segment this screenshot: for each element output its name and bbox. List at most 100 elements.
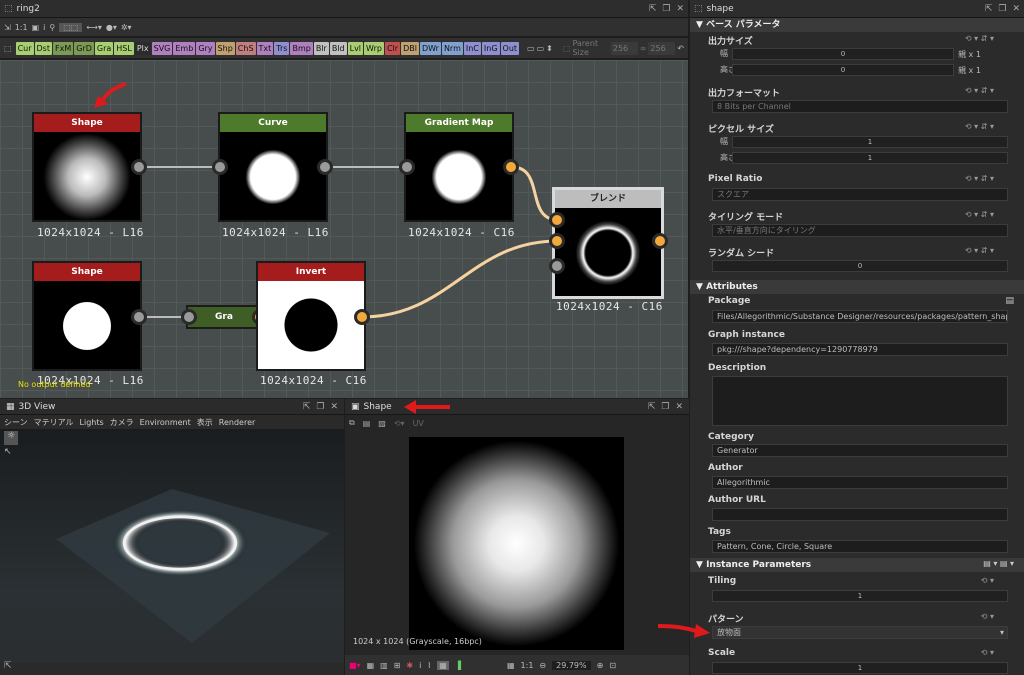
- pin-icon[interactable]: ⇱: [985, 4, 993, 14]
- node-chip[interactable]: Nrm: [441, 41, 463, 55]
- menu-lights[interactable]: Lights: [80, 418, 104, 427]
- node-chip[interactable]: DWr: [419, 41, 441, 55]
- node-chip[interactable]: DBl: [401, 41, 419, 55]
- param-icons[interactable]: ⟲ ▾: [981, 576, 994, 585]
- node-gradient-map[interactable]: Gradient Map: [404, 112, 514, 222]
- random-seed-slider[interactable]: 0: [712, 260, 1008, 272]
- view3d-viewport[interactable]: [0, 429, 344, 663]
- pin-shape-1-out[interactable]: [131, 159, 147, 175]
- float-icon[interactable]: ❐: [998, 4, 1006, 14]
- color-icon[interactable]: ✱: [406, 661, 413, 670]
- package-field[interactable]: Files/Allegorithmic/Substance Designer/r…: [712, 310, 1008, 323]
- tiling-mode-field[interactable]: 水平/垂直方向にタイリング: [712, 224, 1008, 237]
- category-field[interactable]: Generator: [712, 444, 1008, 457]
- copy-icon[interactable]: ⧉: [349, 418, 355, 428]
- pin-gra-in[interactable]: [181, 309, 197, 325]
- height-slider[interactable]: 0: [732, 64, 954, 76]
- checker-icon[interactable]: ▦: [367, 661, 375, 670]
- info-icon[interactable]: i: [43, 23, 45, 32]
- node-chip[interactable]: Dst: [34, 41, 52, 55]
- light-icon[interactable]: ☼: [4, 431, 18, 445]
- ratio-button[interactable]: 1:1: [15, 23, 28, 32]
- pin-icon[interactable]: ⇱: [303, 402, 311, 412]
- close-icon[interactable]: ✕: [675, 402, 683, 412]
- float-icon[interactable]: ❐: [662, 4, 670, 14]
- node-chip[interactable]: Gra: [94, 41, 114, 55]
- gear-icon[interactable]: ✲▾: [121, 23, 132, 32]
- node-chip[interactable]: Txt: [256, 41, 274, 55]
- pointer-icon[interactable]: ↖: [4, 447, 12, 457]
- menu-view[interactable]: 表示: [197, 417, 213, 428]
- grid-icon[interactable]: ▥: [380, 661, 388, 670]
- param-icons[interactable]: ⟲ ▾ ⇵ ▾: [965, 122, 994, 131]
- float-icon[interactable]: ❐: [661, 402, 669, 412]
- uv-dropdown[interactable]: UV: [413, 419, 424, 428]
- image-icon[interactable]: ▣: [32, 23, 40, 32]
- node-chip[interactable]: Shp: [215, 41, 235, 55]
- zoom-in-icon[interactable]: ⊕: [597, 661, 604, 670]
- param-icons[interactable]: ⟲ ▾ ⇵ ▾: [965, 86, 994, 95]
- close-icon[interactable]: ✕: [330, 402, 338, 412]
- corner-icon[interactable]: ⇱: [4, 661, 12, 671]
- node-blend[interactable]: ブレンド: [552, 187, 664, 299]
- pin-gradmap-out[interactable]: [503, 159, 519, 175]
- pixel-ratio-field[interactable]: スクエア: [712, 188, 1008, 201]
- node-curve[interactable]: Curve: [218, 112, 328, 222]
- close-icon[interactable]: ✕: [1012, 4, 1020, 14]
- view2d-image[interactable]: [409, 437, 624, 650]
- node-chip[interactable]: ChS: [235, 41, 256, 55]
- node-chip[interactable]: Out: [500, 41, 520, 55]
- node-chip[interactable]: Clr: [384, 41, 401, 55]
- graph-instance-field[interactable]: pkg:///shape?dependency=1290778979: [712, 343, 1008, 356]
- node-chip[interactable]: Wrp: [364, 41, 384, 55]
- pin-curve-out[interactable]: [317, 159, 333, 175]
- histogram-icon[interactable]: ⌇: [427, 661, 431, 670]
- menu-environment[interactable]: Environment: [140, 418, 191, 427]
- pin-curve-in[interactable]: [212, 159, 228, 175]
- param-icons[interactable]: ⟲ ▾: [981, 612, 994, 621]
- pin-shape-2-out[interactable]: [131, 309, 147, 325]
- node-chip[interactable]: Lvl: [347, 41, 364, 55]
- graph-canvas[interactable]: Shape 1024x1024 - L16 Curve 1024x1024 - …: [0, 60, 688, 398]
- search-icon[interactable]: ⚲: [49, 23, 55, 32]
- frame-add-icon[interactable]: ▭: [537, 44, 545, 53]
- node-chip[interactable]: InC: [463, 41, 481, 55]
- param-icons[interactable]: ⟲ ▾ ⇵ ▾: [965, 246, 994, 255]
- tile-icon[interactable]: ⊞: [394, 661, 401, 670]
- grid2-icon[interactable]: ▦: [507, 661, 515, 670]
- pin-icon[interactable]: ⇱: [649, 4, 657, 14]
- zoom-out-icon[interactable]: ⊖: [539, 661, 546, 670]
- pin-blend-in-mask[interactable]: [549, 258, 565, 274]
- select-icon[interactable]: ⬚⬚: [59, 22, 83, 32]
- param-icons[interactable]: ⟲ ▾ ⇵ ▾: [965, 34, 994, 43]
- px-width-slider[interactable]: 1: [732, 136, 1008, 148]
- alpha-icon[interactable]: ▦: [437, 660, 449, 670]
- px-height-slider[interactable]: 1: [732, 152, 1008, 164]
- node-chip[interactable]: HSL: [114, 41, 134, 55]
- link-size-icon[interactable]: ∞: [640, 44, 647, 53]
- author-field[interactable]: Allegorithmic: [712, 476, 1008, 489]
- info-icon[interactable]: i: [419, 661, 421, 670]
- fit-icon[interactable]: ⊡: [609, 661, 616, 670]
- section-instance-params[interactable]: ▼ Instance Parameters: [690, 558, 1024, 572]
- node-invert[interactable]: Invert: [256, 261, 366, 371]
- width-slider[interactable]: 0: [732, 48, 954, 60]
- fit-icon[interactable]: ⇲: [4, 23, 11, 32]
- description-field[interactable]: [712, 376, 1008, 426]
- close-icon[interactable]: ✕: [676, 4, 684, 14]
- tags-field[interactable]: Pattern, Cone, Circle, Square: [712, 540, 1008, 553]
- link-icon[interactable]: ⟷▾: [86, 23, 101, 32]
- pin-add-icon[interactable]: ⬍: [546, 44, 553, 53]
- pin-gradmap-in[interactable]: [399, 159, 415, 175]
- channels-icon[interactable]: ■▾: [349, 661, 361, 670]
- pattern-select[interactable]: 放物面 ▾: [712, 626, 1008, 639]
- node-chip[interactable]: Plx: [134, 41, 151, 55]
- node-chip[interactable]: GrD: [74, 41, 94, 55]
- param-icons[interactable]: ⟲ ▾ ⇵ ▾: [965, 174, 994, 183]
- parent-size-height[interactable]: 256: [648, 41, 676, 55]
- section-attributes[interactable]: ▼ Attributes: [690, 280, 1024, 294]
- share-icon[interactable]: ⟲▾: [394, 419, 405, 428]
- node-chip[interactable]: SVG: [151, 41, 173, 55]
- section-base-params[interactable]: ▼ ベース パラメータ: [690, 18, 1024, 32]
- node-gra[interactable]: Gra: [186, 305, 262, 329]
